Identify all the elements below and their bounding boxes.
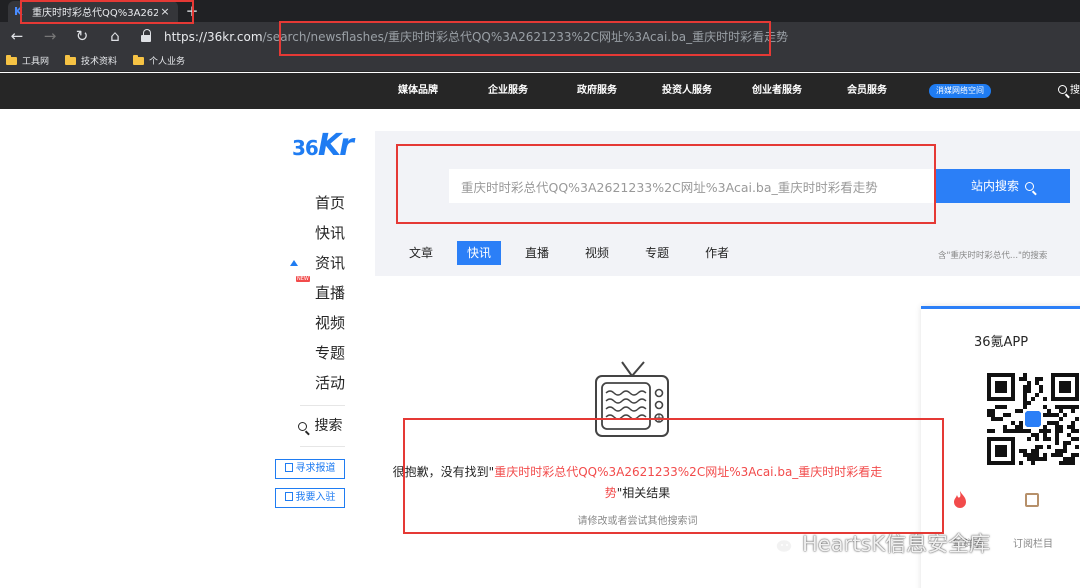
topnav-investor[interactable]: 投资人服务 <box>662 73 712 109</box>
tab-video[interactable]: 视频 <box>573 241 621 265</box>
report-button-label: 寻求报道 <box>295 463 336 474</box>
search-icon <box>1058 85 1067 94</box>
empty-result-tip: 请修改或者尝试其他搜索词 <box>577 516 698 527</box>
new-tab-icon[interactable]: + <box>184 2 200 20</box>
browser-tabstrip: K 重庆时时彩总代QQ%3A2621233 × + <box>0 0 1080 22</box>
sidebar-item-topic[interactable]: 专题 <box>300 340 360 370</box>
sidebar-item-events[interactable]: 活动 <box>300 370 360 400</box>
favicon-icon: K <box>14 4 23 18</box>
sidebar-item-video[interactable]: 视频 <box>300 310 360 340</box>
app-feature-icons <box>953 491 1080 521</box>
tab-author[interactable]: 作者 <box>693 241 741 265</box>
search-icon <box>1025 182 1034 191</box>
topnav-badge[interactable]: 消媒网络空间 <box>929 84 991 98</box>
topnav-search-label: 搜 <box>1070 85 1080 96</box>
home-icon[interactable]: ⌂ <box>105 26 125 46</box>
qr-code-icon <box>987 373 1079 465</box>
site-search-button[interactable]: 站内搜索 <box>935 169 1070 203</box>
address-bar[interactable]: https://36kr.com/search/newsflashes/重庆时时… <box>140 25 1040 47</box>
new-badge: NEW <box>296 276 310 282</box>
bookmark-tools[interactable]: 工具网 <box>6 54 49 67</box>
lock-icon <box>140 29 154 43</box>
search-panel: 站内搜索 文章 快讯 直播 视频 专题 作者 含"重庆时时彩总代..."的搜索 <box>375 131 1080 276</box>
bookmark-label: 技术资料 <box>81 57 118 67</box>
empty-prefix: 很抱歉，没有找到" <box>392 465 495 479</box>
app-card-title: 36氪APP <box>973 335 1029 350</box>
reload-icon[interactable]: ↻ <box>72 26 92 46</box>
watermark: HeartsK信息安全库 <box>764 528 990 558</box>
bookmarks-bar: 工具网 技术资料 个人业务 <box>0 50 1080 72</box>
search-input[interactable] <box>449 169 935 203</box>
folder-icon <box>6 54 17 65</box>
topnav-government[interactable]: 政府服务 <box>577 73 617 109</box>
topnav-media[interactable]: 媒体品牌 <box>398 73 438 109</box>
topnav-enterprise[interactable]: 企业服务 <box>488 73 528 109</box>
topnav-member[interactable]: 会员服务 <box>847 73 887 109</box>
sidebar-divider <box>300 446 345 447</box>
browser-toolbar: ← → ↻ ⌂ https://36kr.com/search/newsflas… <box>0 22 1080 50</box>
join-button[interactable]: 我要入驻 <box>275 488 345 508</box>
search-tabs: 文章 快讯 直播 视频 专题 作者 <box>397 241 753 265</box>
close-tab-icon[interactable]: × <box>158 5 172 18</box>
app-label-subscribe: 订阅栏目 <box>1013 539 1053 550</box>
tab-title: 重庆时时彩总代QQ%3A2621233 <box>32 8 158 19</box>
document-icon <box>284 463 293 472</box>
url-host: https://36kr.com <box>164 29 263 44</box>
bookmark-personal[interactable]: 个人业务 <box>133 54 185 67</box>
site-search-label: 站内搜索 <box>970 179 1019 193</box>
result-note: 含"重庆时时彩总代..."的搜索 <box>938 251 1048 261</box>
sidebar-item-label: 直播 <box>315 284 346 302</box>
topnav-founder[interactable]: 创业者服务 <box>752 73 802 109</box>
tab-live[interactable]: 直播 <box>513 241 561 265</box>
empty-result-message: 很抱歉，没有找到"重庆时时彩总代QQ%3A2621233%2C网址%3Acai.… <box>380 462 895 504</box>
site-logo[interactable]: 36Kr <box>292 128 354 163</box>
tab-articles[interactable]: 文章 <box>397 241 445 265</box>
join-button-label: 我要入驻 <box>295 492 336 503</box>
empty-suffix: "相关结果 <box>616 486 671 500</box>
bookmark-label: 工具网 <box>22 57 50 67</box>
sidebar-item-live[interactable]: NEW 直播 <box>296 276 360 310</box>
book-icon <box>1025 493 1039 507</box>
folder-icon <box>65 54 77 65</box>
sidebar-divider <box>300 405 345 406</box>
empty-keyword: 重庆时时彩总代QQ%3A2621233%2C网址%3Acai.ba_重庆时时彩看… <box>494 465 883 500</box>
sidebar-search-label: 搜索 <box>314 418 343 434</box>
browser-tab[interactable]: K 重庆时时彩总代QQ%3A2621233 × <box>8 1 178 22</box>
url-path: /search/newsflashes/重庆时时彩总代QQ%3A2621233%… <box>262 29 789 44</box>
topnav-search[interactable]: 搜 <box>1058 73 1080 109</box>
bookmark-label: 个人业务 <box>149 57 186 67</box>
logo-letters: Kr <box>317 128 354 163</box>
search-icon <box>298 422 307 431</box>
sidebar-search[interactable]: 搜索 <box>298 415 342 435</box>
tab-topic[interactable]: 专题 <box>633 241 681 265</box>
sidebar-item-newsflash[interactable]: 快讯 <box>300 220 360 250</box>
forward-arrow-icon[interactable]: → <box>40 26 60 46</box>
triangle-up-icon <box>290 260 298 266</box>
logo-number: 36 <box>292 136 319 160</box>
sidebar-item-label: 资讯 <box>315 254 346 272</box>
url-text: https://36kr.com/search/newsflashes/重庆时时… <box>164 28 788 45</box>
edit-icon <box>284 492 293 501</box>
fire-icon <box>954 491 966 508</box>
back-arrow-icon[interactable]: ← <box>7 26 27 46</box>
report-button[interactable]: 寻求报道 <box>275 459 345 479</box>
bookmark-tech[interactable]: 技术资料 <box>65 54 117 67</box>
sidebar-nav: 首页 快讯 资讯 NEW 直播 视频 专题 活动 <box>290 190 360 400</box>
sidebar-item-home[interactable]: 首页 <box>300 190 360 220</box>
tv-icon <box>595 361 669 437</box>
folder-icon <box>133 54 145 65</box>
tab-newsflash[interactable]: 快讯 <box>457 241 502 265</box>
site-top-nav: 媒体品牌 企业服务 政府服务 投资人服务 创业者服务 会员服务 消媒网络空间 搜 <box>0 73 1080 109</box>
wechat-icon <box>764 532 793 554</box>
watermark-text: HeartsK信息安全库 <box>802 532 991 556</box>
